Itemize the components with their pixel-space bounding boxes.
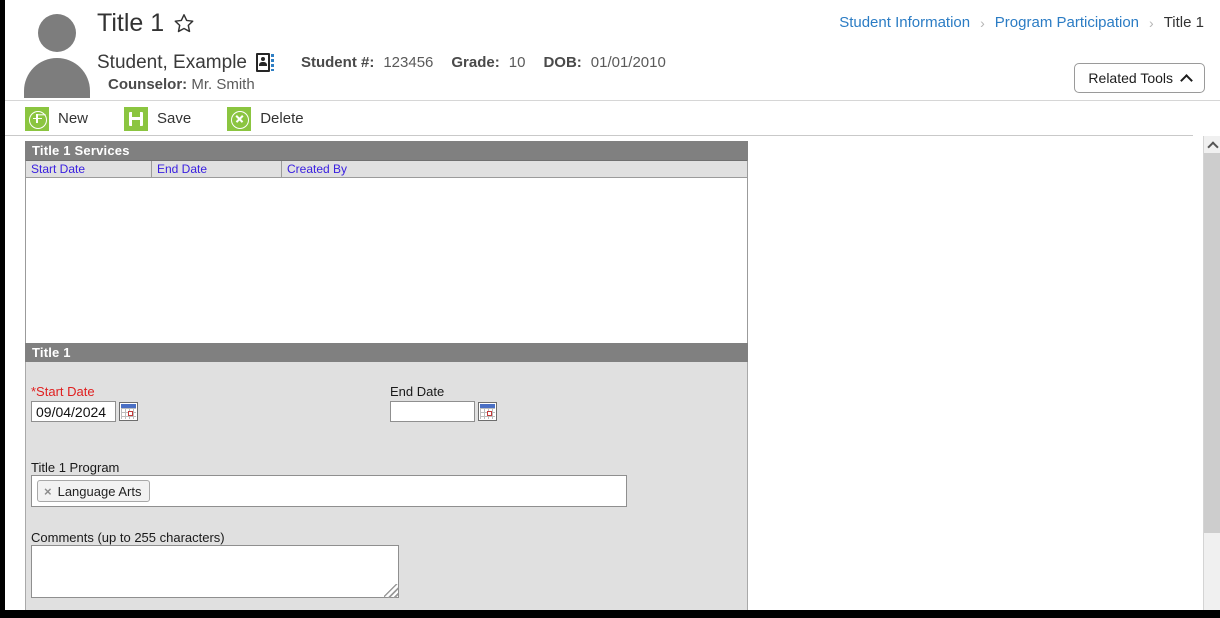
- start-date-field: *Start Date: [31, 384, 138, 422]
- comments-textarea[interactable]: [31, 545, 399, 598]
- breadcrumb-current: Title 1: [1163, 14, 1204, 31]
- end-date-field: End Date: [390, 384, 497, 422]
- services-grid: Start Date End Date Created By: [25, 160, 748, 345]
- services-grid-body[interactable]: [26, 178, 747, 344]
- save-button[interactable]: Save: [124, 106, 192, 131]
- delete-button-label: Delete: [260, 110, 304, 127]
- title-1-program-multiselect[interactable]: × Language Arts: [31, 475, 627, 507]
- page-title: Title 1: [97, 9, 165, 37]
- contact-card-head: [260, 57, 265, 61]
- end-date-label: End Date: [390, 384, 445, 399]
- avatar-head: [38, 14, 76, 52]
- scrollbar-up-arrow-icon[interactable]: [1204, 136, 1220, 153]
- title-row: Title 1: [97, 8, 195, 38]
- breadcrumb: Student Information › Program Participat…: [839, 14, 1204, 31]
- column-header-start-date[interactable]: Start Date: [26, 161, 152, 177]
- related-tools-label: Related Tools: [1088, 70, 1173, 86]
- star-icon[interactable]: [173, 12, 195, 34]
- program-chip-language-arts[interactable]: × Language Arts: [37, 480, 151, 502]
- dob-value: 01/01/2010: [590, 54, 666, 71]
- detail-panel-body: *Start Date End Date: [25, 362, 748, 610]
- save-button-label: Save: [157, 110, 192, 127]
- student-number-label: Student #:: [300, 54, 375, 71]
- avatar-body: [24, 58, 90, 98]
- breadcrumb-separator-icon: ›: [1149, 14, 1154, 31]
- counselor-label: Counselor:: [108, 76, 188, 93]
- student-avatar: [22, 6, 90, 98]
- services-grid-header-row: Start Date End Date Created By: [26, 161, 747, 178]
- calendar-icon-today-marker: [487, 411, 492, 416]
- grade-label: Grade:: [451, 54, 500, 71]
- page-header: Title 1 Student, Example Student #: 12345…: [5, 0, 1220, 101]
- title-1-detail-panel: Title 1 *Start Date End Date: [25, 343, 748, 610]
- column-header-end-date[interactable]: End Date: [152, 161, 282, 177]
- contact-card-body: [258, 62, 267, 66]
- related-tools-button[interactable]: Related Tools: [1074, 63, 1205, 93]
- chip-remove-icon[interactable]: ×: [44, 485, 52, 498]
- student-summary-row: Student, Example Student #: 123456 Grade: 1…: [97, 51, 666, 75]
- breadcrumb-separator-icon: ›: [980, 14, 985, 31]
- student-number-value: 123456: [383, 54, 434, 71]
- program-label: Title 1 Program: [31, 460, 120, 475]
- services-section-header: Title 1 Services: [25, 141, 748, 160]
- detail-section-header: Title 1: [25, 343, 748, 362]
- plus-circle-icon: [25, 106, 49, 131]
- action-toolbar: New Save Delete: [5, 102, 1193, 136]
- contact-card-icon[interactable]: [255, 53, 274, 73]
- floppy-disk-icon: [124, 106, 149, 131]
- end-date-input[interactable]: [390, 401, 475, 422]
- student-name: Student, Example: [97, 52, 247, 73]
- application-window: Title 1 Student, Example Student #: 12345…: [0, 0, 1220, 618]
- program-chip-label: Language Arts: [57, 483, 142, 499]
- chevron-up-icon: [1180, 73, 1193, 87]
- new-button[interactable]: New: [25, 106, 89, 131]
- dob-label: DOB:: [543, 54, 582, 71]
- delete-button[interactable]: Delete: [227, 106, 304, 131]
- counselor-value: Mr. Smith: [191, 76, 255, 93]
- start-date-input[interactable]: [31, 401, 116, 422]
- calendar-icon[interactable]: [478, 402, 497, 421]
- breadcrumb-student-information[interactable]: Student Information: [839, 14, 970, 31]
- new-button-label: New: [58, 110, 89, 127]
- calendar-icon[interactable]: [119, 402, 138, 421]
- title-1-services-panel: Title 1 Services Start Date End Date Cre…: [25, 141, 748, 345]
- grade-value: 10: [508, 54, 526, 71]
- breadcrumb-program-participation[interactable]: Program Participation: [995, 14, 1139, 31]
- contact-card-dots: [270, 54, 274, 71]
- scrollbar-thumb[interactable]: [1204, 153, 1220, 533]
- counselor-row: Counselor: Mr. Smith: [108, 76, 255, 93]
- start-date-label: *Start Date: [31, 384, 95, 399]
- vertical-scrollbar[interactable]: [1203, 136, 1220, 610]
- x-circle-icon: [227, 106, 252, 131]
- student-meta: Student #: 123456 Grade: 10 DOB: 01/01/2010: [301, 51, 666, 75]
- comments-label: Comments (up to 255 characters): [31, 530, 225, 545]
- column-header-created-by[interactable]: Created By: [282, 161, 747, 177]
- calendar-icon-today-marker: [128, 411, 133, 416]
